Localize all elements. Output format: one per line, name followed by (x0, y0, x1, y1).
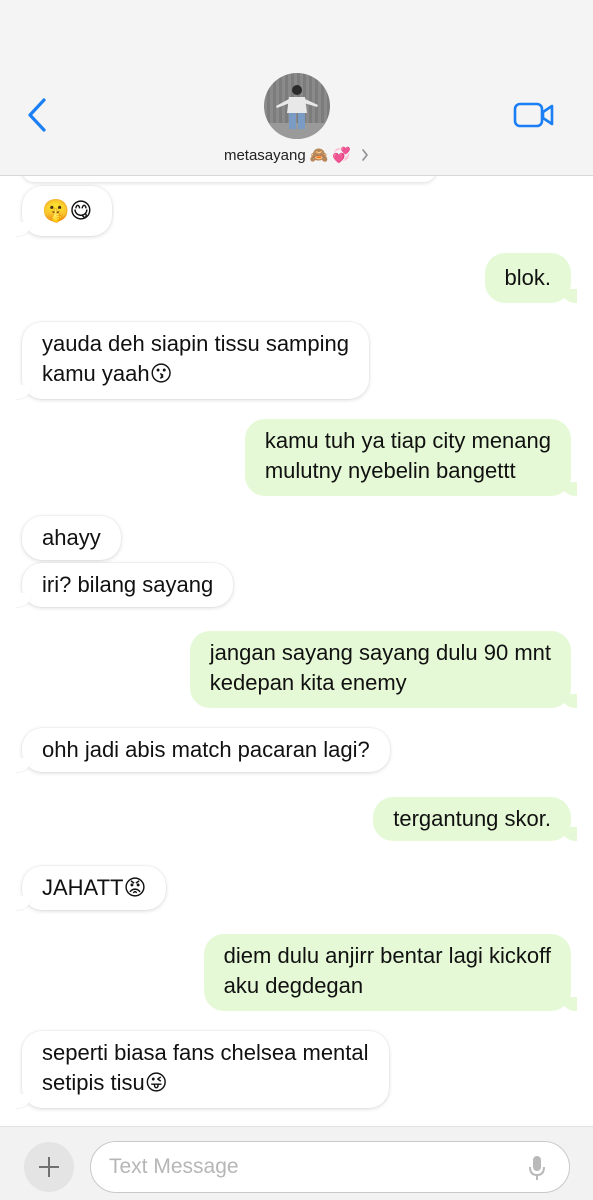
message-text-line: diem dulu anjirr bentar lagi kickoff (223, 943, 551, 968)
message-text: JAHATT😡 (42, 875, 147, 900)
message-bubble-outgoing[interactable]: jangan sayang sayang dulu 90 mnt kedepan… (189, 631, 578, 708)
message-text: 🤫😋 (42, 198, 93, 223)
message-text-line: mulutny nyebelin bangettt (264, 458, 516, 483)
message-text-line: seperti biasa fans chelsea mental (42, 1040, 369, 1065)
add-attachment-button[interactable] (24, 1142, 74, 1192)
message-text-line: kamu tuh ya tiap city menang (264, 428, 551, 453)
contact-name-row[interactable]: metasayang 🙈 💞 (0, 144, 593, 166)
chevron-right-icon (362, 149, 368, 161)
message-bubble-outgoing[interactable]: tergantung skor. (373, 797, 577, 841)
message-text: tergantung skor. (393, 806, 551, 831)
see-no-evil-monkey-emoji: 🙈 (309, 146, 329, 164)
partial-message-bubble (22, 176, 436, 182)
message-bubble-incoming[interactable]: ohh jadi abis match pacaran lagi? (16, 728, 390, 772)
message-thread[interactable]: 🤫😋 blok. yauda deh siapin tissu samping … (0, 176, 593, 1126)
revolving-hearts-emoji: 💞 (332, 146, 352, 164)
message-text: iri? bilang sayang (42, 572, 214, 597)
message-bubble-incoming[interactable]: JAHATT😡 (15, 866, 167, 910)
message-input[interactable] (90, 1141, 570, 1193)
message-text-line: aku degdegan (223, 973, 364, 998)
contact-name: metasayang (223, 146, 306, 164)
contact-avatar[interactable] (264, 73, 330, 139)
message-text-line: jangan sayang sayang dulu 90 mnt (209, 640, 551, 665)
message-bubble-outgoing[interactable]: diem dulu anjirr bentar lagi kickoff aku… (203, 934, 578, 1011)
conversation-header: metasayang 🙈 💞 (0, 0, 593, 176)
message-bubble-outgoing[interactable]: blok. (484, 253, 578, 303)
message-text: blok. (504, 265, 551, 290)
message-text: ohh jadi abis match pacaran lagi? (42, 737, 370, 762)
message-bubble-incoming[interactable]: 🤫😋 (15, 186, 113, 236)
message-text-line: setipis tisu😜 (42, 1070, 168, 1095)
message-text-line: yauda deh siapin tissu samping (42, 331, 349, 356)
message-bubble-outgoing[interactable]: kamu tuh ya tiap city menang mulutny nye… (244, 419, 578, 496)
message-text: ahayy (42, 525, 101, 550)
message-bubble-incoming[interactable]: ahayy (22, 516, 121, 560)
message-composer (0, 1126, 593, 1200)
message-bubble-incoming[interactable]: seperti biasa fans chelsea mental setipi… (16, 1031, 389, 1108)
message-text-line: kamu yaah😗 (42, 361, 173, 386)
microphone-icon[interactable] (528, 1154, 546, 1182)
facetime-video-icon[interactable] (513, 100, 555, 130)
back-chevron-icon[interactable] (22, 96, 56, 134)
message-bubble-incoming[interactable]: iri? bilang sayang (15, 563, 234, 607)
message-text-line: kedepan kita enemy (209, 670, 407, 695)
message-bubble-incoming[interactable]: yauda deh siapin tissu samping kamu yaah… (16, 322, 369, 399)
